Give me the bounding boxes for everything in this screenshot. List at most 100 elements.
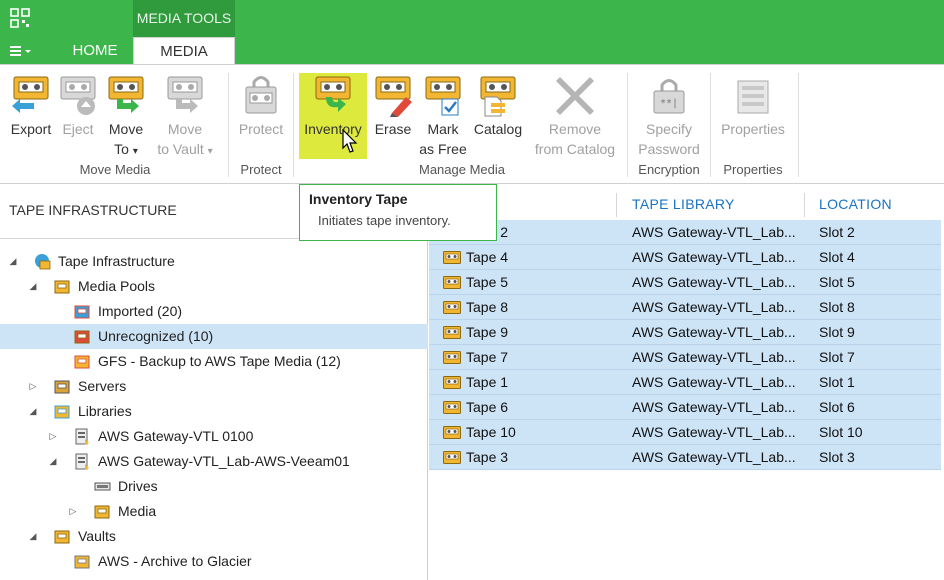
tree-item-label: AWS Gateway-VTL 0100 xyxy=(98,428,254,444)
properties-button[interactable]: Properties xyxy=(714,73,792,139)
tree-item-label: Libraries xyxy=(78,403,132,419)
location-cell: Slot 4 xyxy=(819,249,855,265)
tree-item[interactable]: ◢ Tape Infrastructure xyxy=(0,249,420,274)
tree-item[interactable]: ▷ AWS Gateway-VTL 0100 xyxy=(0,424,420,449)
tape-icon xyxy=(443,351,461,364)
mark-as-free-button[interactable]: Mark as Free xyxy=(418,73,468,159)
eject-button[interactable]: Eject xyxy=(56,73,100,139)
group-label-properties: Properties xyxy=(723,162,783,177)
context-tab-media-tools: MEDIA TOOLS xyxy=(133,0,235,37)
column-header-tape-library[interactable]: TAPE LIBRARY xyxy=(632,196,735,212)
hamburger-menu-icon[interactable] xyxy=(8,40,44,62)
tree-item[interactable]: AWS - Archive to Glacier xyxy=(0,549,420,574)
tree-item[interactable]: ◢ AWS Gateway-VTL_Lab-AWS-Veeam01 xyxy=(0,449,420,474)
tape-name-cell: Tape 5 xyxy=(466,274,509,290)
libraries-icon xyxy=(54,405,70,419)
tree-item[interactable]: ◢ Media Pools xyxy=(0,274,420,299)
table-row[interactable]: Tape 7 AWS Gateway-VTL_Lab... Slot 7 xyxy=(429,345,941,370)
mouse-cursor-icon xyxy=(342,129,358,153)
chevron-down-icon: ▾ xyxy=(132,146,138,157)
table-row[interactable]: Tape 6 AWS Gateway-VTL_Lab... Slot 6 xyxy=(429,395,941,420)
tape-name-cell: Tape 6 xyxy=(466,399,509,415)
protect-label: Protect xyxy=(238,121,284,137)
ribbon-tab-row: HOME MEDIA xyxy=(0,37,944,64)
catalog-icon xyxy=(477,73,519,117)
tape-icon xyxy=(443,276,461,289)
tape-library-cell: AWS Gateway-VTL_Lab... xyxy=(632,274,796,290)
specify-password-button[interactable]: **| Specify Password xyxy=(633,73,705,159)
table-row[interactable]: Tape 4 AWS Gateway-VTL_Lab... Slot 4 xyxy=(429,245,941,270)
tree-item-label: Imported (20) xyxy=(98,303,183,319)
move-to-tape-icon xyxy=(105,73,147,117)
export-label: Export xyxy=(10,121,52,137)
tree-item[interactable]: ◢ Vaults xyxy=(0,524,420,549)
tab-media[interactable]: MEDIA xyxy=(133,37,235,64)
tape-icon xyxy=(443,251,461,264)
collapse-arrow-icon[interactable]: ◢ xyxy=(48,449,58,474)
tape-library-cell: AWS Gateway-VTL_Lab... xyxy=(632,424,796,440)
tree-item-label: Media xyxy=(118,503,157,519)
tab-home[interactable]: HOME xyxy=(57,37,133,64)
erase-tape-icon xyxy=(372,73,414,117)
move-to-vault-label-line2: to Vault xyxy=(157,141,204,157)
table-row[interactable]: Tape 5 AWS Gateway-VTL_Lab... Slot 5 xyxy=(429,270,941,295)
tape-library-cell: AWS Gateway-VTL_Lab... xyxy=(632,449,796,465)
tooltip-title: Inventory Tape xyxy=(309,191,408,207)
tree-item[interactable]: Unrecognized (10) xyxy=(0,324,428,349)
tape-name-cell: Tape 7 xyxy=(466,349,509,365)
tree-item[interactable]: ▷ Media xyxy=(0,499,420,524)
erase-label: Erase xyxy=(374,121,412,137)
tape-icon xyxy=(443,426,461,439)
tree-item[interactable]: GFS - Backup to AWS Tape Media (12) xyxy=(0,349,420,374)
mark-as-free-label-line2: as Free xyxy=(419,141,467,157)
tape-library-cell: AWS Gateway-VTL_Lab... xyxy=(632,349,796,365)
table-row[interactable]: Tape 8 AWS Gateway-VTL_Lab... Slot 8 xyxy=(429,295,941,320)
export-button[interactable]: Export xyxy=(6,73,56,139)
inventory-tape-icon xyxy=(312,73,354,117)
group-label-protect: Protect xyxy=(240,162,282,177)
table-row[interactable]: Tape 9 AWS Gateway-VTL_Lab... Slot 9 xyxy=(429,320,941,345)
tooltip-description: Initiates tape inventory. xyxy=(318,213,451,228)
location-cell: Slot 5 xyxy=(819,274,855,290)
tape-infrastructure-pane: TAPE INFRASTRUCTURE ◢ Tape Infrastructure… xyxy=(0,185,428,580)
table-row[interactable]: Tape 2AWS Gateway-VTL_Lab...Slot 2 xyxy=(429,220,941,245)
protect-button[interactable]: Protect xyxy=(234,73,288,139)
move-to-button[interactable]: Move To ▾ xyxy=(102,73,150,162)
group-separator xyxy=(798,73,799,177)
remove-x-icon xyxy=(554,73,596,117)
tree-item-label: Servers xyxy=(78,378,127,394)
vault-icon xyxy=(74,555,90,569)
expand-arrow-icon[interactable]: ▷ xyxy=(68,499,78,524)
column-header-location[interactable]: LOCATION xyxy=(819,196,892,212)
collapse-arrow-icon[interactable]: ◢ xyxy=(28,274,38,299)
collapse-arrow-icon[interactable]: ◢ xyxy=(8,249,18,274)
move-to-vault-icon xyxy=(164,73,206,117)
table-row[interactable]: Tape 3 AWS Gateway-VTL_Lab... Slot 3 xyxy=(429,445,941,470)
move-to-vault-button[interactable]: Move to Vault ▾ xyxy=(152,73,218,162)
remove-from-catalog-button[interactable]: Remove from Catalog xyxy=(528,73,622,159)
tree-item[interactable]: Imported (20) xyxy=(0,299,420,324)
tree-item[interactable]: ▷ Servers xyxy=(0,374,420,399)
column-separator xyxy=(804,193,805,217)
group-separator xyxy=(710,73,711,177)
table-row[interactable]: Tape 10 AWS Gateway-VTL_Lab... Slot 10 xyxy=(429,420,941,445)
tape-infrastructure-icon xyxy=(35,254,51,270)
tape-library-cell: AWS Gateway-VTL_Lab... xyxy=(632,224,796,240)
table-row[interactable]: Tape 1 AWS Gateway-VTL_Lab... Slot 1 xyxy=(429,370,941,395)
tree-item[interactable]: Drives xyxy=(0,474,420,499)
catalog-label: Catalog xyxy=(473,121,523,137)
password-lock-icon: **| xyxy=(648,73,690,117)
collapse-arrow-icon[interactable]: ◢ xyxy=(28,524,38,549)
inventory-tooltip: Inventory Tape Initiates tape inventory. xyxy=(299,184,497,241)
expand-arrow-icon[interactable]: ▷ xyxy=(48,424,58,449)
media-icon xyxy=(94,505,110,519)
properties-icon xyxy=(732,73,774,117)
catalog-button[interactable]: Catalog xyxy=(470,73,526,139)
erase-button[interactable]: Erase xyxy=(370,73,416,139)
expand-arrow-icon[interactable]: ▷ xyxy=(28,374,38,399)
tree-item[interactable]: ◢ Libraries xyxy=(0,399,420,424)
collapse-arrow-icon[interactable]: ◢ xyxy=(28,399,38,424)
tape-library-cell: AWS Gateway-VTL_Lab... xyxy=(632,374,796,390)
